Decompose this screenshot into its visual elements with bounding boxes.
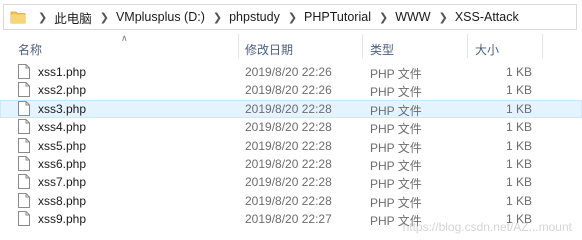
column-divider[interactable] [362,34,363,58]
chevron-right-icon[interactable]: ❯ [288,11,297,24]
breadcrumb-phpstudy[interactable]: phpstudy [229,10,280,24]
php-file-icon [18,100,30,119]
file-list: xss1.php 2019/8/20 22:26 PHP 文件 1 KB xss… [0,63,582,229]
file-modified: 2019/8/20 22:28 [245,193,332,208]
php-file-icon [18,82,30,100]
column-name[interactable]: 名称 [18,41,42,58]
file-type: PHP 文件 [370,85,422,100]
breadcrumb-phptutorial[interactable]: PHPTutorial [304,10,371,24]
file-type: PHP 文件 [370,195,422,210]
column-header: ∧ 名称 修改日期 类型 大小 [0,32,582,60]
breadcrumb-drive[interactable]: VMplusplus (D:) [116,10,205,24]
file-size: 1 KB [505,65,532,79]
file-type: PHP 文件 [370,67,422,81]
file-row[interactable]: xss2.php 2019/8/20 22:26 PHP 文件 1 KB [0,81,582,99]
file-name: xss7.php [38,175,87,190]
file-size: 1 KB [505,175,532,190]
file-row[interactable]: xss7.php 2019/8/20 22:28 PHP 文件 1 KB [0,173,582,191]
column-modified[interactable]: 修改日期 [245,41,293,58]
file-size: 1 KB [505,101,532,116]
chevron-right-icon[interactable]: ❯ [439,11,448,24]
file-modified: 2019/8/20 22:26 [245,65,332,79]
php-file-icon [18,119,30,137]
file-modified: 2019/8/20 22:28 [245,175,332,190]
file-name: xss6.php [38,156,87,171]
chevron-right-icon[interactable]: ❯ [379,11,388,24]
file-name: xss5.php [38,138,87,153]
file-size: 1 KB [505,138,532,153]
file-row[interactable]: xss1.php 2019/8/20 22:26 PHP 文件 1 KB [0,63,582,81]
file-modified: 2019/8/20 22:28 [245,156,332,171]
file-modified: 2019/8/20 22:28 [245,101,332,116]
file-modified: 2019/8/20 22:27 [245,212,332,227]
watermark: https://blog.csdn.net/AZ...mount [402,220,572,234]
column-type[interactable]: 类型 [370,41,394,58]
php-file-icon [18,174,30,192]
sort-ascending-icon: ∧ [121,33,128,43]
php-file-icon [18,155,30,174]
file-size: 1 KB [505,156,532,171]
php-file-icon [18,211,30,229]
file-type: PHP 文件 [370,177,422,192]
file-name: xss8.php [38,193,87,208]
file-size: 1 KB [505,120,532,135]
address-bar[interactable]: ❯ 此电脑 ❯ VMplusplus (D:) ❯ phpstudy ❯ PHP… [3,4,577,30]
file-row[interactable]: xss4.php 2019/8/20 22:28 PHP 文件 1 KB [0,118,582,136]
column-divider[interactable] [542,34,543,58]
file-name: xss9.php [38,212,87,227]
php-file-icon [18,137,30,156]
file-name: xss3.php [38,101,87,116]
file-name: xss1.php [38,65,87,79]
file-name: xss4.php [38,120,87,135]
file-row[interactable]: xss8.php 2019/8/20 22:28 PHP 文件 1 KB [0,192,582,210]
file-type: PHP 文件 [370,140,422,155]
file-modified: 2019/8/20 22:28 [245,138,332,153]
breadcrumb-this-pc[interactable]: 此电脑 [54,8,92,27]
file-name: xss2.php [38,83,87,98]
file-row[interactable]: xss3.php 2019/8/20 22:28 PHP 文件 1 KB [0,99,582,119]
chevron-right-icon[interactable]: ❯ [213,11,222,24]
file-row[interactable]: xss6.php 2019/8/20 22:28 PHP 文件 1 KB [0,155,582,173]
breadcrumb-www[interactable]: WWW [395,10,430,24]
file-modified: 2019/8/20 22:26 [245,83,332,98]
chevron-right-icon[interactable]: ❯ [100,11,109,24]
column-divider[interactable] [467,34,468,58]
file-row[interactable]: xss5.php 2019/8/20 22:28 PHP 文件 1 KB [0,137,582,155]
file-modified: 2019/8/20 22:28 [245,120,332,135]
file-size: 1 KB [505,83,532,98]
column-divider[interactable] [238,34,239,58]
php-file-icon [18,64,30,82]
chevron-right-icon[interactable]: ❯ [38,11,47,24]
folder-icon [10,10,26,24]
php-file-icon [18,192,30,211]
file-type: PHP 文件 [370,122,422,137]
breadcrumb-xss-attack[interactable]: XSS-Attack [455,10,519,24]
file-type: PHP 文件 [370,158,422,173]
column-size[interactable]: 大小 [475,41,499,58]
file-size: 1 KB [505,193,532,208]
file-type: PHP 文件 [370,103,422,118]
